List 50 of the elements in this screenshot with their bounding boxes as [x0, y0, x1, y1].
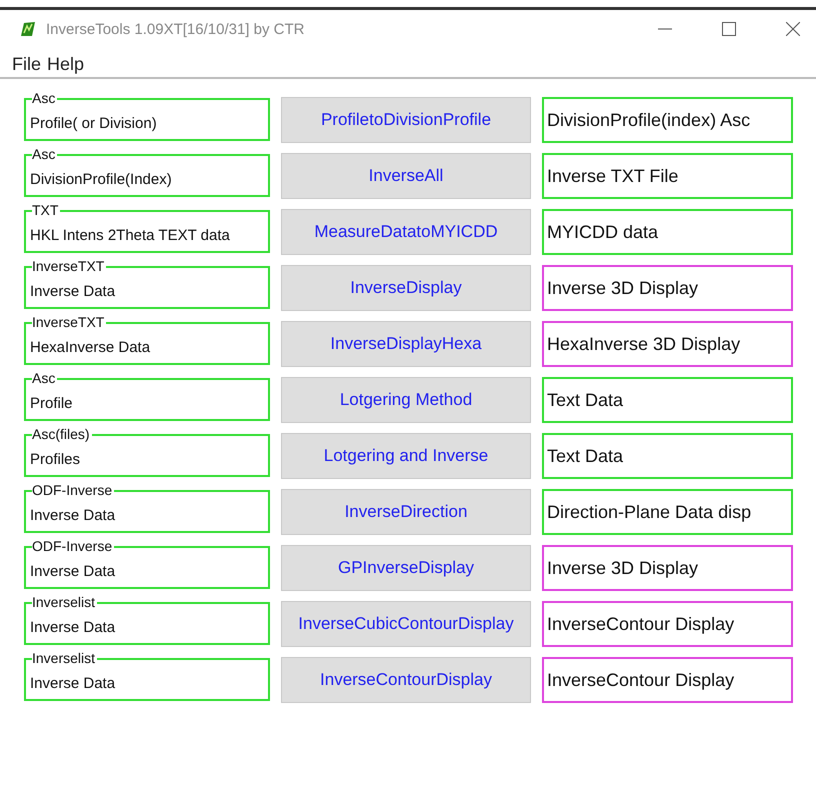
group-label: Asc(files) — [32, 427, 92, 441]
input-description: HKL Intens 2Theta TEXT data — [30, 227, 230, 244]
input-description: Profiles — [30, 451, 80, 468]
action-button[interactable]: InverseCubicContourDisplay — [281, 601, 531, 647]
group-label: InverseTXT — [32, 315, 106, 329]
action-button[interactable]: ProfiletoDivisionProfile — [281, 97, 531, 143]
action-button[interactable]: Lotgering Method — [281, 377, 531, 423]
action-button[interactable]: InverseDirection — [281, 489, 531, 535]
group-label: ODF-Inverse — [32, 539, 114, 553]
group-label: Inverselist — [32, 651, 98, 665]
menu-item[interactable]: Help — [47, 54, 84, 75]
output-label: Text Data — [542, 377, 793, 423]
group-label: TXT — [32, 203, 60, 217]
action-button[interactable]: InverseContourDisplay — [281, 657, 531, 703]
action-button[interactable]: MeasureDatatoMYICDD — [281, 209, 531, 255]
action-button[interactable]: Lotgering and Inverse — [281, 433, 531, 479]
input-description: Profile — [30, 395, 73, 412]
window-title: InverseTools 1.09XT[16/10/31] by CTR — [46, 20, 304, 38]
action-button[interactable]: InverseAll — [281, 153, 531, 199]
output-label: Direction-Plane Data disp — [542, 489, 793, 535]
group-label: Inverselist — [32, 595, 98, 609]
output-label: Inverse 3D Display — [542, 265, 793, 311]
output-label: Text Data — [542, 433, 793, 479]
group-label: Asc — [32, 147, 58, 161]
output-label: HexaInverse 3D Display — [542, 321, 793, 367]
output-label: InverseContour Display — [542, 657, 793, 703]
group-label: InverseTXT — [32, 259, 106, 273]
action-button[interactable]: InverseDisplayHexa — [281, 321, 531, 367]
close-icon[interactable] — [786, 22, 800, 36]
group-label: Asc — [32, 371, 58, 385]
action-button[interactable]: GPInverseDisplay — [281, 545, 531, 591]
menu-item[interactable]: File — [12, 54, 42, 75]
input-description: Profile( or Division) — [30, 115, 157, 132]
input-description: Inverse Data — [30, 675, 116, 692]
output-label: Inverse TXT File — [542, 153, 793, 199]
action-button[interactable]: InverseDisplay — [281, 265, 531, 311]
input-description: Inverse Data — [30, 283, 116, 300]
app-icon — [20, 21, 36, 37]
maximize-icon[interactable] — [722, 22, 736, 36]
output-label: DivisionProfile(index) Asc — [542, 97, 793, 143]
output-label: InverseContour Display — [542, 601, 793, 647]
input-description: HexaInverse Data — [30, 339, 150, 356]
group-label: ODF-Inverse — [32, 483, 114, 497]
output-label: MYICDD data — [542, 209, 793, 255]
input-description: Inverse Data — [30, 507, 116, 524]
input-description: DivisionProfile(Index) — [30, 171, 172, 188]
input-description: Inverse Data — [30, 619, 116, 636]
group-label: Asc — [32, 91, 58, 105]
input-description: Inverse Data — [30, 563, 116, 580]
output-label: Inverse 3D Display — [542, 545, 793, 591]
